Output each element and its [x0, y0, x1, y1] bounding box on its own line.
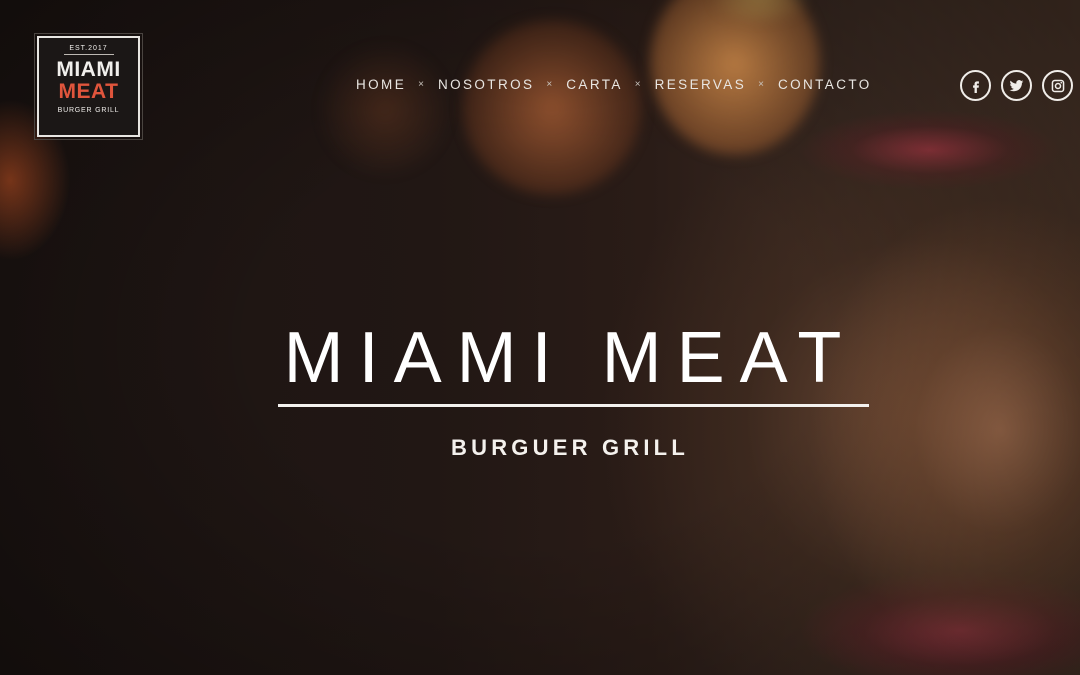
logo-divider	[63, 54, 114, 55]
hero-title: MIAMI MEAT	[283, 318, 857, 398]
nav-item-contacto[interactable]: CONTACTO	[778, 77, 872, 92]
social-links	[960, 70, 1073, 101]
main-nav: HOME × NOSOTROS × CARTA × RESERVAS × CON…	[356, 77, 872, 92]
nav-item-carta[interactable]: CARTA	[566, 77, 623, 92]
facebook-link[interactable]	[960, 70, 991, 101]
logo-title-line1: MIAMI	[56, 58, 121, 81]
nav-separator: ×	[634, 79, 641, 90]
facebook-icon	[972, 80, 979, 93]
instagram-link[interactable]	[1042, 70, 1073, 101]
logo-title-line2: MEAT	[58, 80, 119, 103]
nav-item-reservas[interactable]: RESERVAS	[655, 77, 746, 92]
hero-title-underline	[278, 404, 869, 407]
instagram-icon	[1051, 79, 1064, 92]
nav-item-nosotros[interactable]: NOSOTROS	[438, 77, 534, 92]
hero-subtitle: BURGUER GRILL	[451, 435, 689, 460]
nav-separator: ×	[418, 79, 424, 90]
twitter-link[interactable]	[1001, 70, 1032, 101]
logo-established: EST.2017	[69, 45, 108, 52]
nav-separator: ×	[546, 79, 553, 90]
nav-item-home[interactable]: HOME	[356, 77, 406, 92]
logo-tagline: BURGER GRILL	[57, 107, 120, 114]
site-logo[interactable]: EST.2017 MIAMI MEAT BURGER GRILL	[34, 33, 143, 140]
twitter-icon	[1009, 80, 1024, 92]
nav-separator: ×	[758, 79, 764, 90]
